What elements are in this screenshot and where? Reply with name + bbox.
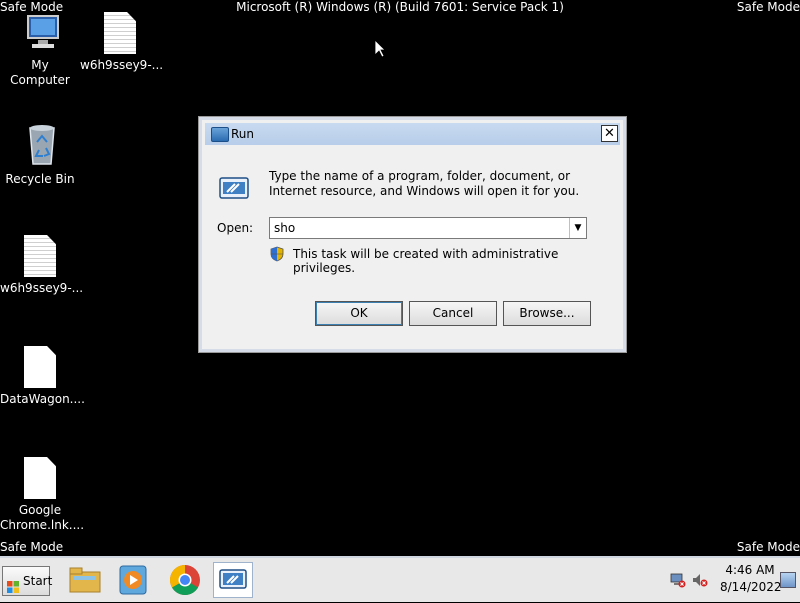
clock-date[interactable]: 8/14/2022 xyxy=(720,580,782,594)
network-disconnected-icon[interactable] xyxy=(670,572,686,588)
desktop-icon-recycle-bin[interactable]: Recycle Bin xyxy=(0,122,80,187)
chrome-icon[interactable] xyxy=(165,562,205,598)
blank-file-icon xyxy=(20,346,60,390)
desktop-icon-google-chrome[interactable]: Google Chrome.lnk.... xyxy=(0,457,85,533)
cancel-button[interactable]: Cancel xyxy=(409,301,497,326)
chevron-down-icon[interactable]: ▼ xyxy=(569,218,586,238)
run-icon xyxy=(211,127,229,142)
desktop-icon-label: Google Chrome.lnk.... xyxy=(0,503,85,532)
clock-time[interactable]: 4:46 AM xyxy=(720,563,780,577)
desktop-icon-my-computer[interactable]: My Computer xyxy=(0,12,80,88)
show-desktop-button[interactable] xyxy=(780,572,796,588)
text-file-icon xyxy=(20,235,60,279)
run-titlebar[interactable]: Run ✕ xyxy=(205,123,620,145)
taskbar: Start 4:46 AM 8/14/2022 xyxy=(0,556,800,602)
start-label: Start xyxy=(23,574,53,588)
run-description: Type the name of a program, folder, docu… xyxy=(269,169,580,198)
desktop-icon-text-file-1[interactable]: w6h9ssey9-... xyxy=(80,12,164,73)
system-tray: 4:46 AM 8/14/2022 xyxy=(660,558,800,602)
desktop-icon-text-file-2[interactable]: w6h9ssey9-... xyxy=(0,235,84,296)
text-file-icon xyxy=(100,12,140,56)
desktop-icon-datawagon[interactable]: DataWagon.... xyxy=(0,346,85,407)
run-dialog-body: Type the name of a program, folder, docu… xyxy=(205,145,620,346)
browse-button[interactable]: Browse... xyxy=(503,301,591,326)
safe-mode-label: Safe Mode xyxy=(736,0,800,14)
desktop-icon-label: w6h9ssey9-... xyxy=(80,58,164,72)
safe-mode-label: Safe Mode xyxy=(0,540,64,554)
run-taskbar-icon[interactable] xyxy=(213,562,253,598)
uac-shield-icon xyxy=(269,246,285,262)
windows-explorer-icon[interactable] xyxy=(66,562,106,598)
open-label: Open: xyxy=(217,221,254,235)
run-program-icon xyxy=(219,177,249,201)
desktop-icon-label: w6h9ssey9-... xyxy=(0,281,84,295)
safe-mode-label: Safe Mode xyxy=(736,540,800,554)
desktop-icon-label: DataWagon.... xyxy=(0,392,85,406)
ok-button[interactable]: OK xyxy=(315,301,403,326)
computer-icon xyxy=(20,12,60,56)
open-combobox[interactable]: sho ▼ xyxy=(269,217,587,239)
admin-privileges-note: This task will be created with administr… xyxy=(293,247,559,275)
desktop-icon-label: Recycle Bin xyxy=(5,172,75,186)
open-input[interactable]: sho xyxy=(274,221,295,235)
mouse-cursor-icon xyxy=(374,39,386,58)
recycle-bin-icon xyxy=(20,122,60,166)
blank-file-icon xyxy=(20,457,60,501)
volume-muted-icon[interactable] xyxy=(692,572,708,588)
close-button[interactable]: ✕ xyxy=(601,125,618,142)
run-dialog: Run ✕ Type the name of a program, folder… xyxy=(198,116,627,353)
desktop-icon-label: My Computer xyxy=(10,58,70,87)
media-player-icon[interactable] xyxy=(114,562,154,598)
dialog-title: Run xyxy=(231,127,255,141)
start-button[interactable]: Start xyxy=(2,566,53,596)
windows-logo-icon xyxy=(7,575,19,593)
